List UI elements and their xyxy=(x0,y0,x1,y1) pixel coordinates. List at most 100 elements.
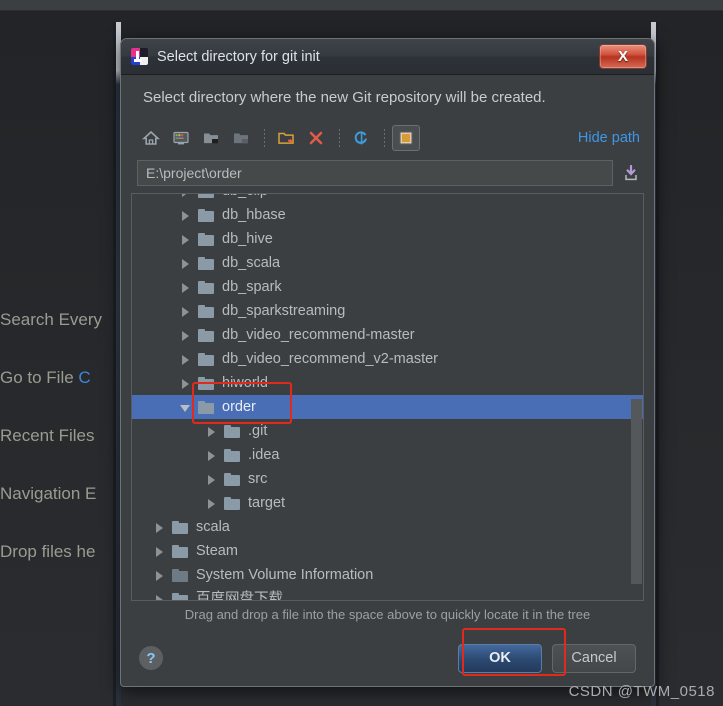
folder-icon xyxy=(172,520,188,534)
folder-icon xyxy=(172,592,188,600)
tree-row-label: db_hive xyxy=(222,231,273,247)
drag-drop-hint: Drag and drop a file into the space abov… xyxy=(184,606,591,622)
chevron-right-icon[interactable] xyxy=(180,330,191,341)
folder-icon xyxy=(198,304,214,318)
desktop-icon[interactable] xyxy=(167,125,195,151)
tree-row-label: db_video_recommend-master xyxy=(222,327,415,343)
chevron-right-icon[interactable] xyxy=(154,570,165,581)
folder-icon xyxy=(172,544,188,558)
chevron-right-icon[interactable] xyxy=(180,258,191,269)
toolbar-separator xyxy=(264,129,265,147)
chevron-right-icon[interactable] xyxy=(154,522,165,533)
chevron-right-icon[interactable] xyxy=(180,378,191,389)
chevron-right-icon[interactable] xyxy=(154,594,165,600)
project-folder-icon[interactable] xyxy=(197,125,225,151)
ide-top-strip xyxy=(0,0,723,11)
show-hidden-files-icon[interactable] xyxy=(392,125,420,151)
folder-icon xyxy=(198,280,214,294)
watermark: CSDN @TWM_0518 xyxy=(568,683,715,700)
tree-row[interactable]: db_sparkstreaming xyxy=(132,299,643,323)
tree-scrollbar-thumb[interactable] xyxy=(631,399,642,584)
chevron-right-icon[interactable] xyxy=(180,194,191,197)
tree-row-label: db_sparkstreaming xyxy=(222,303,346,319)
folder-icon xyxy=(198,194,214,198)
tree-row[interactable]: 百度网盘下载 xyxy=(132,587,643,601)
folder-icon xyxy=(224,448,240,462)
tree-row[interactable]: scala xyxy=(132,515,643,539)
folder-icon xyxy=(198,400,214,414)
home-icon[interactable] xyxy=(137,125,165,151)
chevron-right-icon[interactable] xyxy=(180,306,191,317)
ok-button[interactable]: OK xyxy=(458,643,542,673)
refresh-icon[interactable] xyxy=(347,125,375,151)
chevron-right-icon[interactable] xyxy=(180,282,191,293)
tree-row[interactable]: db_hive xyxy=(132,227,643,251)
tree-row[interactable]: .idea xyxy=(132,443,643,467)
toolbar-separator xyxy=(339,129,340,147)
dialog-description: Select directory where the new Git repos… xyxy=(121,75,654,119)
tree-row[interactable]: hiworld xyxy=(132,371,643,395)
toolbar-separator xyxy=(384,129,385,147)
folder-icon xyxy=(224,424,240,438)
dialog-button-bar: ? OK Cancel xyxy=(121,627,654,686)
tree-row-label: scala xyxy=(196,519,230,535)
folder-icon xyxy=(198,328,214,342)
ide-tip-label: Recent Files xyxy=(0,426,95,445)
chevron-right-icon[interactable] xyxy=(154,546,165,557)
ide-tip-label: Go to File xyxy=(0,368,79,387)
folder-icon xyxy=(198,376,214,390)
tree-row[interactable]: src xyxy=(132,467,643,491)
close-icon[interactable]: X xyxy=(599,44,647,69)
ide-panel-divider-dark-right xyxy=(656,22,659,706)
tree-row[interactable]: db_hbase xyxy=(132,203,643,227)
screen: Search Every Go to File C Recent Files N… xyxy=(0,0,723,706)
hide-path-link[interactable]: Hide path xyxy=(578,130,640,146)
chevron-right-icon[interactable] xyxy=(180,234,191,245)
ide-tip-label: Search Every xyxy=(0,310,103,329)
ide-tip-label: Navigation E xyxy=(0,484,97,503)
tree-row-label: 百度网盘下载 xyxy=(196,591,283,601)
directory-tree[interactable]: db_clip db_hbase db_hive db_scala db_sparkdb… xyxy=(131,193,644,601)
chevron-down-icon[interactable] xyxy=(180,402,191,413)
tree-row-label: .git xyxy=(248,423,268,439)
delete-icon[interactable] xyxy=(302,125,330,151)
chevron-right-icon[interactable] xyxy=(180,210,191,221)
tree-row[interactable]: Steam xyxy=(132,539,643,563)
module-folder-icon[interactable] xyxy=(227,125,255,151)
intellij-idea-icon xyxy=(131,48,148,65)
tree-row[interactable]: db_clip xyxy=(132,194,643,203)
tree-row-label: System Volume Information xyxy=(196,567,374,583)
tree-row-label: db_scala xyxy=(222,255,281,271)
folder-icon xyxy=(198,352,214,366)
save-down-icon[interactable] xyxy=(620,160,642,186)
chevron-right-icon[interactable] xyxy=(206,474,217,485)
tree-row-label: hiworld xyxy=(222,375,268,391)
cancel-button[interactable]: Cancel xyxy=(552,643,636,673)
tree-row[interactable]: db_spark xyxy=(132,275,643,299)
dialog-titlebar: Select directory for git init X xyxy=(121,39,654,75)
tree-row-label: src xyxy=(248,471,268,487)
tree-row[interactable]: db_video_recommend_v2-master xyxy=(132,347,643,371)
path-input[interactable] xyxy=(137,160,613,186)
tree-row[interactable]: db_scala xyxy=(132,251,643,275)
new-folder-icon[interactable] xyxy=(272,125,300,151)
chevron-right-icon[interactable] xyxy=(206,426,217,437)
folder-icon xyxy=(198,208,214,222)
tree-row-label: .idea xyxy=(248,447,280,463)
tree-row-label: Steam xyxy=(196,543,238,559)
folder-icon xyxy=(224,472,240,486)
chevron-right-icon[interactable] xyxy=(206,450,217,461)
help-icon[interactable]: ? xyxy=(139,646,163,670)
folder-icon xyxy=(224,496,240,510)
chevron-right-icon[interactable] xyxy=(180,354,191,365)
select-directory-dialog: Select directory for git init X Select d… xyxy=(120,38,655,687)
ide-tip-label: Drop files he xyxy=(0,542,96,561)
chevron-right-icon[interactable] xyxy=(206,498,217,509)
tree-row[interactable]: target xyxy=(132,491,643,515)
tree-row[interactable]: db_video_recommend-master xyxy=(132,323,643,347)
tree-row[interactable]: order xyxy=(132,395,643,419)
tree-row[interactable]: .git xyxy=(132,419,643,443)
dialog-title: Select directory for git init xyxy=(157,48,320,65)
tree-row[interactable]: System Volume Information xyxy=(132,563,643,587)
tree-row-label: db_spark xyxy=(222,279,282,295)
